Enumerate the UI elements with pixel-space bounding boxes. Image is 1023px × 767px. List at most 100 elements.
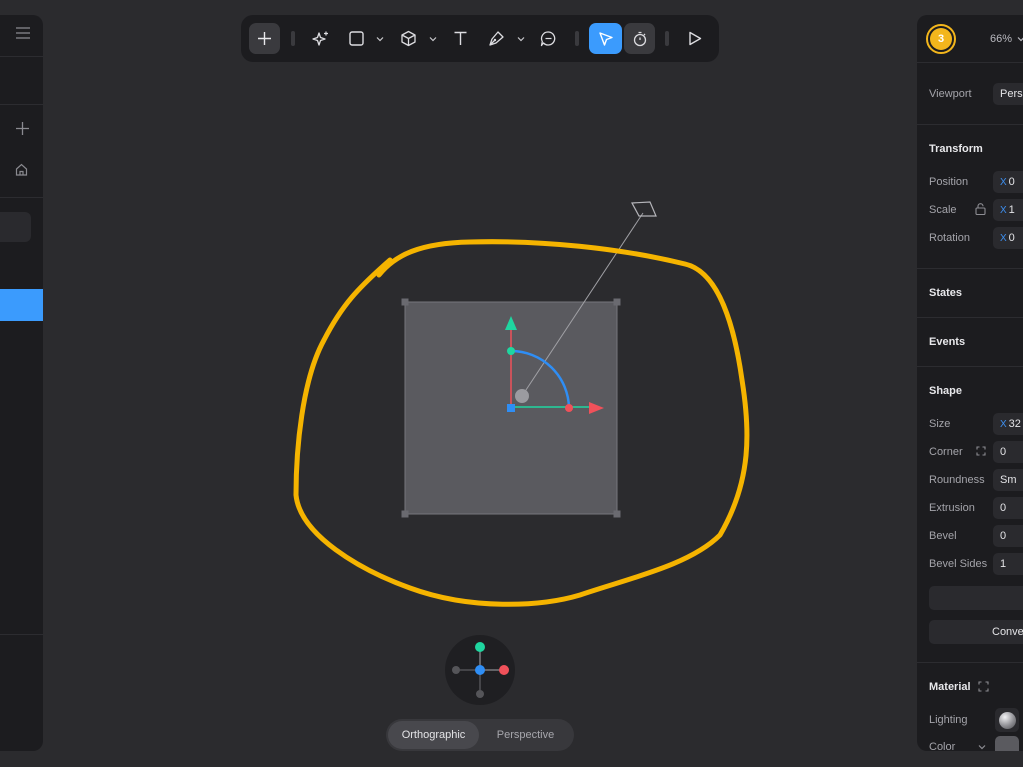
roundness-select[interactable]: Sm: [993, 469, 1023, 491]
y-rotation-handle[interactable]: [507, 347, 515, 355]
orthographic-button[interactable]: Orthographic: [388, 721, 479, 749]
bevel-value: 0: [1000, 530, 1007, 542]
avatar-initial: 3: [930, 28, 952, 50]
perspective-button[interactable]: Perspective: [479, 721, 572, 749]
extrusion-label: Extrusion: [929, 502, 975, 514]
timer-tool[interactable]: [624, 23, 655, 54]
scale-x-field[interactable]: X1: [993, 199, 1023, 221]
viewport-select[interactable]: Pers: [993, 83, 1023, 105]
divider: [917, 268, 1023, 269]
events-title[interactable]: Events: [929, 336, 965, 348]
left-panel: [0, 15, 43, 751]
transform-title: Transform: [929, 143, 983, 155]
states-title[interactable]: States: [929, 287, 962, 299]
pivot-point[interactable]: [515, 389, 529, 403]
cube-tool[interactable]: [393, 23, 424, 54]
x-rotation-handle[interactable]: [565, 404, 573, 412]
rotation-x-value: 0: [1008, 232, 1015, 244]
chevron-down-icon: [1017, 37, 1023, 42]
roundness-label: Roundness: [929, 474, 985, 486]
resize-handle[interactable]: [401, 510, 409, 518]
bevel-label: Bevel: [929, 530, 957, 542]
extrusion-field[interactable]: 0: [993, 497, 1023, 519]
gizmo-neg-x-dot[interactable]: [452, 666, 460, 674]
color-label: Color: [929, 741, 956, 751]
resize-handle[interactable]: [613, 298, 621, 306]
toolbar-separator: [575, 31, 579, 46]
expand-icon[interactable]: [978, 681, 989, 695]
chevron-down-icon[interactable]: [372, 23, 388, 54]
x-axis-label: X: [1000, 232, 1007, 244]
convert-button[interactable]: Conve: [929, 620, 1023, 644]
gizmo-x-dot[interactable]: [499, 665, 509, 675]
bevel-field[interactable]: 0: [993, 525, 1023, 547]
divider: [917, 366, 1023, 367]
resize-handle[interactable]: [401, 298, 409, 306]
divider: [0, 104, 43, 105]
lighting-swatch[interactable]: [995, 708, 1019, 732]
scale-label: Scale: [929, 204, 957, 216]
lighting-sphere-icon: [998, 711, 1016, 729]
corner-label: Corner: [929, 446, 963, 458]
bevel-sides-field[interactable]: 1: [993, 553, 1023, 575]
position-label: Position: [929, 176, 969, 188]
shape-action-field[interactable]: [929, 586, 1023, 610]
toolbar-separator: [665, 31, 669, 46]
toolbar-separator: [291, 31, 295, 46]
x-axis-label: X: [1000, 204, 1007, 216]
roundness-value: Sm: [1000, 474, 1017, 486]
select-tool[interactable]: [589, 23, 622, 54]
gizmo-neg-y-dot[interactable]: [476, 690, 484, 698]
properties-panel: 3 66% Viewport Pers Transform Position X…: [917, 15, 1023, 751]
scale-x-value: 1: [1008, 204, 1015, 216]
rotation-label: Rotation: [929, 232, 970, 244]
origin-handle[interactable]: [507, 404, 515, 412]
convert-label: Conve: [992, 626, 1023, 638]
x-axis-label: X: [1000, 418, 1007, 430]
main-toolbar: [241, 15, 719, 62]
play-button[interactable]: [679, 23, 710, 54]
chevron-down-icon[interactable]: [978, 742, 986, 751]
size-x-field[interactable]: X 32: [993, 413, 1023, 435]
resize-handle[interactable]: [613, 510, 621, 518]
search-input[interactable]: [0, 212, 31, 242]
gizmo-z-dot[interactable]: [475, 665, 485, 675]
shape-title: Shape: [929, 385, 963, 397]
divider: [917, 317, 1023, 318]
chevron-down-icon[interactable]: [425, 23, 441, 54]
corner-value: 0: [1000, 446, 1007, 458]
selected-layer-item[interactable]: [0, 289, 43, 321]
rotation-x-field[interactable]: X0: [993, 227, 1023, 249]
text-tool[interactable]: [445, 23, 476, 54]
extrusion-value: 0: [1000, 502, 1007, 514]
view-mode-switch: Orthographic Perspective: [386, 719, 574, 751]
divider: [917, 662, 1023, 663]
corner-expand-icon[interactable]: [976, 446, 986, 459]
canvas-viewport[interactable]: [0, 0, 1023, 767]
color-swatch[interactable]: [995, 736, 1019, 751]
plus-icon[interactable]: [16, 122, 29, 138]
divider: [917, 62, 1023, 63]
rectangle-tool[interactable]: [341, 23, 372, 54]
size-label: Size: [929, 418, 951, 430]
ai-sparkle-tool[interactable]: [305, 23, 336, 54]
camera-icon[interactable]: [631, 201, 657, 217]
pen-tool[interactable]: [481, 23, 512, 54]
lock-icon[interactable]: [975, 203, 986, 218]
corner-field[interactable]: 0: [993, 441, 1023, 463]
material-title: Material: [929, 681, 971, 693]
avatar[interactable]: 3: [926, 24, 956, 54]
gizmo-y-dot[interactable]: [475, 642, 485, 652]
home-icon[interactable]: [15, 163, 28, 179]
chevron-down-icon[interactable]: [513, 23, 529, 54]
bevel-sides-value: 1: [1000, 558, 1007, 570]
lighting-label: Lighting: [929, 714, 968, 726]
viewport-value: Pers: [1000, 88, 1023, 100]
add-button[interactable]: [249, 23, 280, 54]
position-x-field[interactable]: X0: [993, 171, 1023, 193]
zoom-level[interactable]: 66%: [990, 33, 1023, 45]
menu-icon[interactable]: [16, 27, 30, 42]
divider: [0, 634, 43, 635]
position-x-value: 0: [1008, 176, 1015, 188]
comment-tool[interactable]: [533, 23, 564, 54]
